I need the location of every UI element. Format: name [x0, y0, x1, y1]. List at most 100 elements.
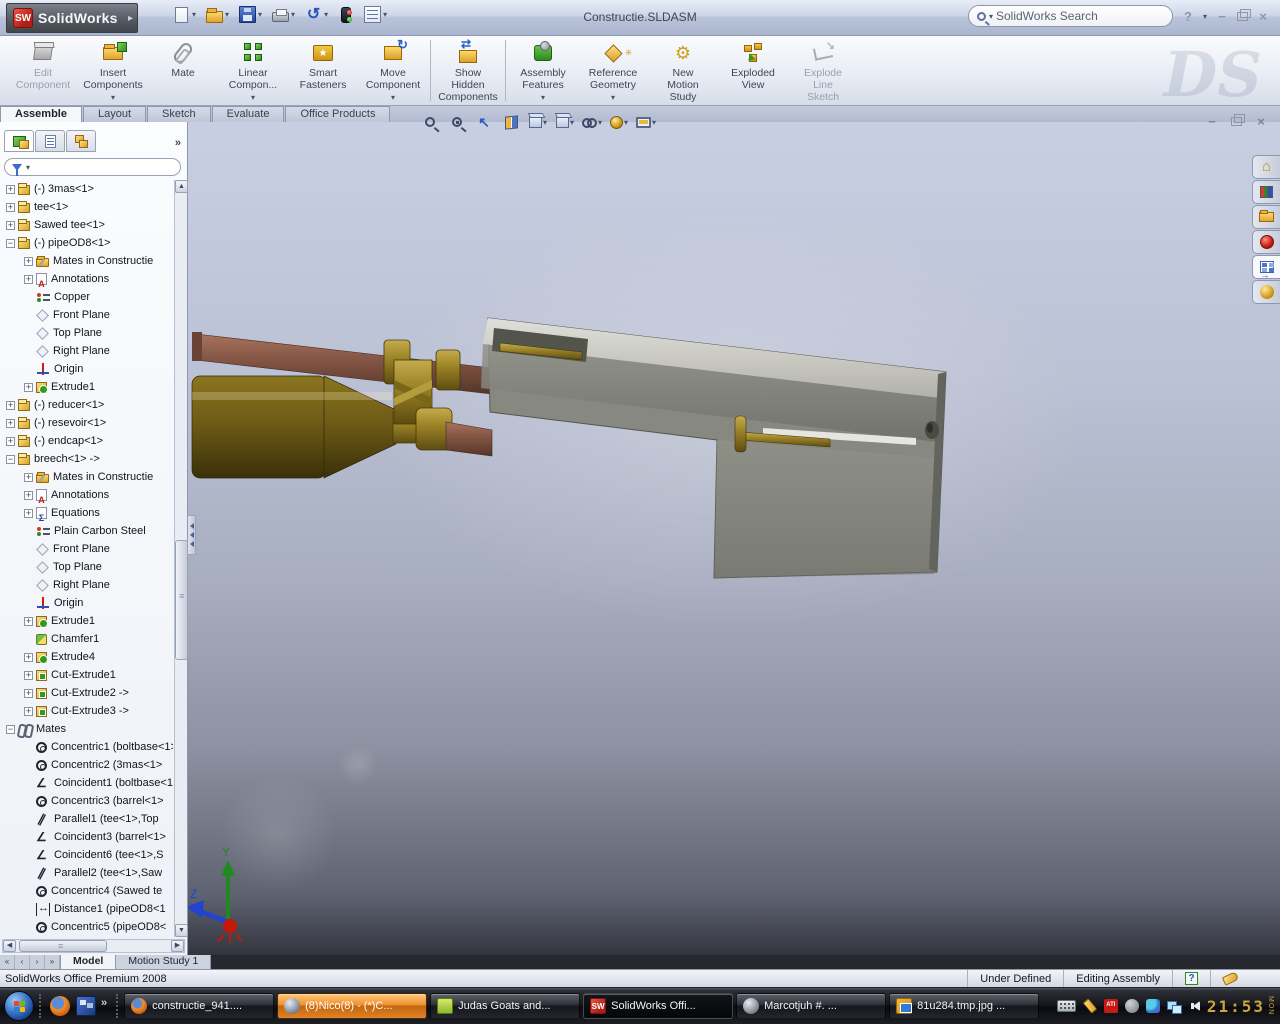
tree-item[interactable]: Origin — [2, 360, 173, 378]
tree-item[interactable]: Chamfer1 — [2, 630, 173, 648]
feature-manager-tab[interactable] — [4, 130, 34, 152]
expand-icon[interactable]: + — [24, 383, 33, 392]
expand-icon[interactable]: + — [24, 689, 33, 698]
tree-item[interactable]: −breech<1> -> — [2, 450, 173, 468]
tree-item[interactable]: Concentric1 (boltbase<1> — [2, 738, 173, 756]
keyboard-layout-icon[interactable] — [1057, 1000, 1076, 1012]
minimize-button[interactable]: − — [1213, 9, 1231, 24]
ati-icon[interactable]: ATI — [1104, 999, 1118, 1013]
tree-item[interactable]: +tee<1> — [2, 198, 173, 216]
move-component-button[interactable]: Move Component ▾ — [358, 36, 428, 105]
mate-button[interactable]: Mate — [148, 36, 218, 105]
tree-item[interactable]: +Extrude1 — [2, 612, 173, 630]
taskbar-button-marcotjuh[interactable]: Marcotjuh #. ... — [736, 993, 886, 1019]
tree-item[interactable]: +Extrude1 — [2, 378, 173, 396]
expand-icon[interactable]: + — [6, 203, 15, 212]
tree-item[interactable]: −Mates — [2, 720, 173, 738]
scroll-right-arrow[interactable]: ▶ — [171, 940, 184, 952]
expand-icon[interactable]: + — [24, 671, 33, 680]
tab-evaluate[interactable]: Evaluate — [212, 106, 285, 122]
section-view-button[interactable] — [501, 112, 521, 132]
tree-item[interactable]: Concentric2 (3mas<1> — [2, 756, 173, 774]
tree-item[interactable]: Parallel2 (tee<1>,Saw — [2, 864, 173, 882]
view-orientation-button[interactable]: ▾ — [528, 112, 548, 132]
chevron-down-icon[interactable]: ▾ — [541, 93, 545, 102]
assembly-3d-model[interactable]: Y Z — [188, 122, 1280, 955]
expand-icon[interactable]: + — [24, 275, 33, 284]
expand-icon[interactable]: + — [24, 617, 33, 626]
audio-device-icon[interactable] — [1125, 999, 1139, 1013]
tree-filter-box[interactable]: ▾ — [4, 158, 181, 176]
chevron-down-icon[interactable]: ▾ — [26, 163, 30, 172]
tree-item[interactable]: Right Plane — [2, 342, 173, 360]
quick-launch-firefox-icon[interactable] — [50, 996, 70, 1016]
taskbar-clock[interactable]: 21:53 MON — [1207, 996, 1274, 1015]
tab-sketch[interactable]: Sketch — [147, 106, 211, 122]
tree-item[interactable]: +(-) 3mas<1> — [2, 180, 173, 198]
smart-fasteners-button[interactable]: ★ Smart Fasteners — [288, 36, 358, 105]
tree-item[interactable]: +Cut-Extrude1 — [2, 666, 173, 684]
tree-item[interactable]: Concentric3 (barrel<1> — [2, 792, 173, 810]
tree-item[interactable]: Top Plane — [2, 324, 173, 342]
file-explorer-tab[interactable] — [1252, 205, 1280, 229]
tree-item[interactable]: Plain Carbon Steel — [2, 522, 173, 540]
quick-tips-toggle[interactable]: ? — [1172, 970, 1210, 987]
next-tab-arrow[interactable]: › — [30, 955, 45, 969]
tree-item[interactable]: Right Plane — [2, 576, 173, 594]
taskbar-button-judas-goats[interactable]: Judas Goats and... — [430, 993, 580, 1019]
previous-view-button[interactable]: ↖ — [474, 112, 494, 132]
tab-scroll-buttons[interactable]: « ‹ › » — [0, 955, 61, 969]
expand-icon[interactable]: + — [6, 437, 15, 446]
messenger-tray-icon[interactable] — [1146, 999, 1160, 1013]
design-library-tab[interactable] — [1252, 180, 1280, 204]
tree-item[interactable]: Front Plane — [2, 540, 173, 558]
restore-button[interactable] — [1237, 12, 1248, 21]
tab-layout[interactable]: Layout — [83, 106, 146, 122]
tree-item[interactable]: +Mates in Constructie — [2, 468, 173, 486]
chevron-down-icon[interactable]: ▾ — [611, 93, 615, 102]
tab-model[interactable]: Model — [61, 955, 116, 969]
doc-minimize-button[interactable]: − — [1203, 114, 1221, 129]
chevron-down-icon[interactable]: ▾ — [391, 93, 395, 102]
scroll-up-arrow[interactable]: ▲ — [175, 180, 188, 193]
panel-splitter[interactable] — [188, 515, 196, 555]
tree-item[interactable]: +Annotations — [2, 486, 173, 504]
prev-tab-arrow[interactable]: ‹ — [15, 955, 30, 969]
pen-tablet-icon[interactable] — [1083, 998, 1097, 1013]
network-icon[interactable] — [1167, 999, 1181, 1013]
explode-line-sketch-button[interactable]: Explode Line Sketch — [788, 36, 858, 105]
expand-icon[interactable]: + — [6, 419, 15, 428]
tree-vertical-scrollbar[interactable]: ▲ ▼ — [174, 180, 187, 937]
expand-icon[interactable]: + — [6, 401, 15, 410]
new-motion-study-button[interactable]: ⚙ New Motion Study — [648, 36, 718, 105]
tree-item[interactable]: +Cut-Extrude2 -> — [2, 684, 173, 702]
property-manager-tab[interactable] — [35, 130, 65, 152]
scroll-down-arrow[interactable]: ▼ — [175, 924, 188, 937]
start-button[interactable] — [4, 991, 34, 1021]
tree-item[interactable]: Parallel1 (tee<1>,Top — [2, 810, 173, 828]
display-style-button[interactable]: ▾ — [555, 112, 575, 132]
tree-item[interactable]: +Cut-Extrude3 -> — [2, 702, 173, 720]
custom-palette-tab[interactable] — [1252, 255, 1280, 279]
tree-item[interactable]: +Sawed tee<1> — [2, 216, 173, 234]
zoom-area-button[interactable] — [447, 112, 467, 132]
chevron-down-icon[interactable]: ▾ — [111, 93, 115, 102]
tree-item[interactable]: Concentric5 (pipeOD8< — [2, 918, 173, 936]
appearances-scenes-tab[interactable] — [1252, 280, 1280, 304]
expand-icon[interactable]: + — [6, 185, 15, 194]
tree-item[interactable]: Front Plane — [2, 306, 173, 324]
tree-item[interactable]: +Annotations — [2, 270, 173, 288]
expand-icon[interactable]: + — [24, 707, 33, 716]
appearances-button[interactable]: ▾ — [609, 112, 629, 132]
tree-item[interactable]: Coincident6 (tee<1>,S — [2, 846, 173, 864]
tab-motion-study-1[interactable]: Motion Study 1 — [116, 955, 211, 969]
tree-item[interactable]: Distance1 (pipeOD8<1 — [2, 900, 173, 918]
expand-icon[interactable]: + — [24, 509, 33, 518]
expand-icon[interactable]: + — [6, 221, 15, 230]
scene-button[interactable]: ▾ — [636, 112, 656, 132]
taskbar-button-constructie[interactable]: constructie_941.... — [124, 993, 274, 1019]
tree-item[interactable]: +(-) resevoir<1> — [2, 414, 173, 432]
quick-launch-overflow-chevron[interactable]: » — [101, 997, 107, 1009]
tree-item[interactable]: Top Plane — [2, 558, 173, 576]
assembly-features-button[interactable]: Assembly Features ▾ — [508, 36, 578, 105]
